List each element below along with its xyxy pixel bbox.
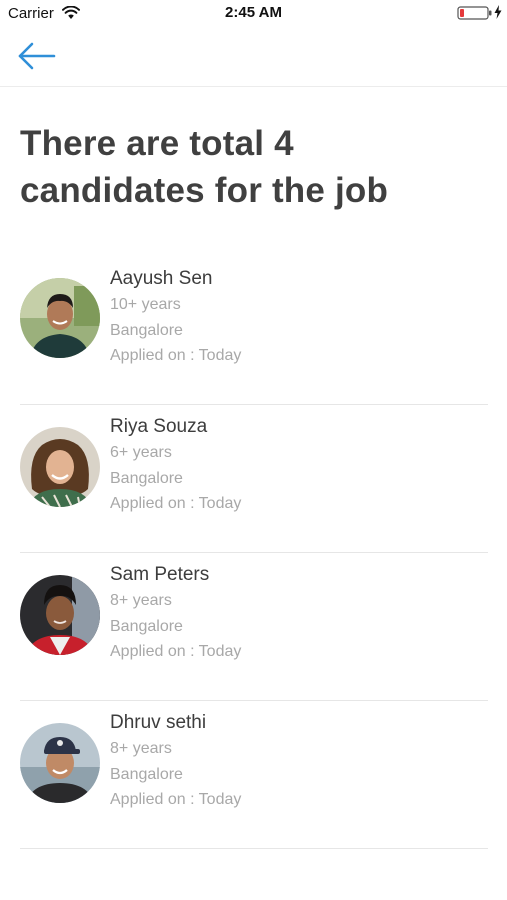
candidate-location: Bangalore bbox=[110, 765, 183, 783]
avatar bbox=[20, 278, 100, 358]
candidate-experience: 8+ years bbox=[110, 592, 172, 609]
candidate-item[interactable]: Dhruv sethi 8+ years Bangalore Applied o… bbox=[20, 702, 488, 849]
clock: 2:45 AM bbox=[225, 4, 282, 21]
candidate-name: Dhruv sethi bbox=[110, 712, 207, 733]
candidate-list: Aayush Sen 10+ years Bangalore Applied o… bbox=[20, 258, 488, 850]
candidate-experience: 10+ years bbox=[110, 296, 181, 313]
avatar bbox=[20, 723, 100, 803]
page-title-line-2: candidates for the job bbox=[20, 171, 389, 210]
page-title-line-1: There are total 4 bbox=[20, 124, 294, 163]
nav-bar bbox=[0, 28, 507, 87]
candidate-applied-date: Applied on : Today bbox=[110, 495, 242, 512]
avatar bbox=[20, 575, 100, 655]
battery-icon bbox=[457, 6, 492, 20]
avatar-photo bbox=[20, 575, 100, 655]
candidate-info: Sam Peters 8+ years Bangalore Applied on… bbox=[110, 562, 241, 665]
status-bar: Carrier 2:45 AM bbox=[0, 0, 507, 28]
candidate-item[interactable]: Riya Souza 6+ years Bangalore Applied on… bbox=[20, 406, 488, 553]
avatar-photo bbox=[20, 278, 100, 358]
candidate-info: Dhruv sethi 8+ years Bangalore Applied o… bbox=[110, 710, 241, 813]
candidate-applied-date: Applied on : Today bbox=[110, 347, 242, 364]
candidate-name: Sam Peters bbox=[110, 564, 210, 585]
candidate-info: Riya Souza 6+ years Bangalore Applied on… bbox=[110, 414, 241, 517]
candidate-name: Aayush Sen bbox=[110, 268, 213, 289]
avatar-photo bbox=[20, 723, 100, 803]
candidate-info: Aayush Sen 10+ years Bangalore Applied o… bbox=[110, 266, 241, 369]
candidate-experience: 8+ years bbox=[110, 740, 172, 757]
candidate-item[interactable]: Sam Peters 8+ years Bangalore Applied on… bbox=[20, 554, 488, 701]
candidate-location: Bangalore bbox=[110, 617, 183, 635]
candidate-applied-date: Applied on : Today bbox=[110, 791, 242, 808]
candidate-experience: 6+ years bbox=[110, 444, 172, 461]
charging-bolt-icon bbox=[494, 5, 502, 19]
candidate-location: Bangalore bbox=[110, 321, 183, 339]
avatar-photo bbox=[20, 427, 100, 507]
candidate-name: Riya Souza bbox=[110, 416, 208, 437]
back-arrow-icon[interactable] bbox=[18, 40, 56, 72]
page-title: There are total 4 candidates for the job bbox=[20, 120, 480, 214]
candidate-item[interactable]: Aayush Sen 10+ years Bangalore Applied o… bbox=[20, 258, 488, 405]
avatar bbox=[20, 427, 100, 507]
candidate-location: Bangalore bbox=[110, 469, 183, 487]
candidate-applied-date: Applied on : Today bbox=[110, 643, 242, 660]
